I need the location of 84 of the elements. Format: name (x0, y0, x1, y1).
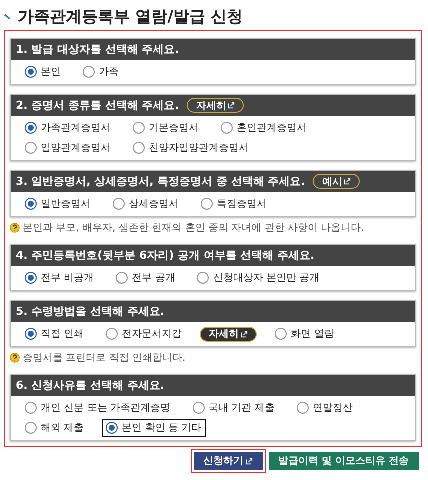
radio-option[interactable]: 해외 제출 (21, 419, 88, 437)
help-icon (10, 353, 20, 363)
option-label: 전자문서지갑 (122, 328, 182, 341)
external-link-icon (241, 330, 248, 338)
option-label: 개인 신분 또는 가족관계증명 (41, 402, 171, 415)
radio-option[interactable]: 전부 공개 (112, 269, 180, 287)
option-label: 입양관계증명서 (41, 142, 111, 155)
detail-button[interactable]: 자세히 (187, 98, 244, 113)
help-note: 본인과 부모, 배우자, 생존한 현재의 혼인 중의 자녀에 관한 사항이 나옵니다. (23, 222, 364, 235)
radio-icon[interactable] (133, 122, 145, 134)
external-link-icon (246, 458, 253, 464)
option-label: 상세증명서 (129, 198, 179, 211)
radio-icon[interactable] (25, 66, 37, 78)
radio-option[interactable]: 전부 비공개 (21, 269, 98, 287)
option-label: 직접 인쇄 (41, 328, 84, 341)
section-heading: 1. 발급 대상자를 선택해 주세요. (16, 42, 180, 57)
option-label: 특정증명서 (217, 198, 267, 211)
external-link-icon (228, 102, 236, 109)
radio-icon[interactable] (296, 402, 309, 414)
option-label: 혼인관계증명서 (237, 122, 307, 135)
radio-option[interactable]: 전자문서지갑 (102, 325, 186, 343)
radio-icon[interactable] (25, 402, 37, 414)
radio-icon[interactable] (25, 272, 37, 284)
help-icon (10, 223, 20, 233)
radio-icon[interactable] (133, 142, 145, 154)
option-label: 전부 공개 (132, 272, 176, 285)
option-label: 가족관계증명서 (41, 122, 111, 135)
option-label: 연말정산 (312, 402, 353, 415)
detail-button[interactable]: 예시 (313, 174, 360, 189)
radio-icon[interactable] (221, 122, 233, 134)
radio-icon[interactable] (192, 402, 205, 414)
radio-option[interactable]: 본인 (21, 63, 65, 81)
option-label: 해외 제출 (41, 422, 84, 435)
radio-option[interactable]: 개인 신분 또는 가족관계증명 (21, 399, 175, 417)
radio-icon[interactable] (197, 272, 210, 284)
section-heading: 3. 일반증명서, 상세증명서, 특정증명서 중 선택해 주세요. (16, 174, 306, 189)
send-button[interactable]: 발급이력 및 이모스티유 전송 (268, 452, 419, 470)
radio-option[interactable]: 특정증명서 (197, 195, 271, 213)
option-label: 일반증명서 (41, 198, 91, 211)
radio-icon[interactable] (25, 198, 37, 210)
section-heading: 4. 주민등록번호(뒷부분 6자리) 공개 여부를 선택해 주세요. (16, 248, 315, 263)
radio-icon[interactable] (275, 328, 288, 340)
radio-option[interactable]: 신청대상자 본인만 공개 (193, 269, 324, 287)
radio-icon[interactable] (83, 66, 95, 78)
external-link-icon (344, 178, 352, 185)
option-label: 신청대상자 본인만 공개 (213, 272, 320, 285)
radio-icon[interactable] (25, 422, 37, 434)
radio-option[interactable]: 본인 확인 등 기타 (102, 419, 206, 437)
radio-option[interactable]: 기본증명서 (129, 119, 203, 137)
radio-icon[interactable] (201, 198, 213, 210)
option-label: 가족 (99, 66, 119, 79)
radio-icon[interactable] (25, 122, 37, 134)
radio-option[interactable]: 혼인관계증명서 (217, 119, 311, 137)
radio-icon[interactable] (25, 142, 37, 154)
radio-option[interactable]: 가족관계증명서 (21, 119, 115, 137)
option-label: 본인 (41, 66, 61, 79)
radio-option[interactable]: 국내 기관 제출 (188, 399, 279, 417)
option-label: 국내 기관 제출 (208, 402, 275, 415)
radio-icon[interactable] (106, 422, 118, 434)
radio-option[interactable]: 일반증명서 (21, 195, 95, 213)
title-mark-icon (4, 14, 12, 20)
option-label: 본인 확인 등 기타 (122, 422, 202, 435)
option-label: 친양자입양관계증명서 (149, 142, 249, 155)
radio-option[interactable]: 화면 열람 (271, 325, 338, 343)
radio-option[interactable]: 가족 (79, 63, 123, 81)
radio-icon[interactable] (106, 328, 118, 340)
help-note: 증명서를 프린터로 직접 인쇄합니다. (23, 352, 186, 365)
radio-option[interactable]: 상세증명서 (109, 195, 183, 213)
detail-button[interactable]: 자세히 (200, 326, 258, 342)
apply-button[interactable]: 신청하기 (194, 452, 263, 470)
radio-option[interactable]: 친양자입양관계증명서 (129, 139, 253, 157)
page-title: 가족관계등록부 열람/발급 신청 (18, 6, 243, 28)
radio-icon[interactable] (116, 272, 128, 284)
section-heading: 5. 수령방법을 선택해 주세요. (16, 304, 164, 319)
radio-option[interactable]: 입양관계증명서 (21, 139, 115, 157)
option-label: 전부 비공개 (41, 272, 94, 285)
radio-option[interactable]: 연말정산 (292, 399, 357, 417)
radio-option[interactable]: 직접 인쇄 (21, 325, 88, 343)
radio-icon[interactable] (25, 328, 37, 340)
section-heading: 6. 신청사유를 선택해 주세요. (16, 378, 164, 393)
option-label: 화면 열람 (291, 328, 334, 341)
section-heading: 2. 증명서 종류를 선택해 주세요. (16, 98, 180, 113)
option-label: 기본증명서 (149, 122, 199, 135)
radio-icon[interactable] (113, 198, 125, 210)
